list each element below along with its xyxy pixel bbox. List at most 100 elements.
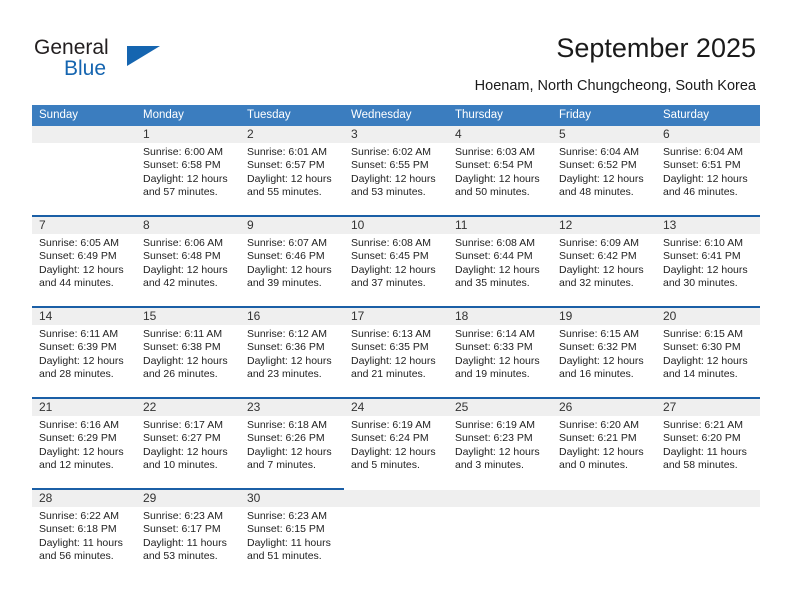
sunset-text: Sunset: 6:57 PM (247, 159, 325, 172)
calendar-cell-day[interactable]: 10 Sunrise: 6:08 AM Sunset: 6:45 PM Dayligh… (344, 215, 448, 306)
calendar-day-number: 29 (136, 490, 240, 507)
calendar-day-number: 21 (32, 399, 136, 416)
general-blue-logo[interactable]: General Blue (34, 36, 214, 84)
sunset-text: Sunset: 6:36 PM (247, 341, 325, 354)
calendar-cell-details: Sunrise: 6:07 AM Sunset: 6:46 PM Daylight:… (240, 234, 344, 291)
calendar-cell-details: Sunrise: 6:14 AM Sunset: 6:33 PM Daylight:… (448, 325, 552, 382)
calendar-day-number: 14 (32, 308, 136, 325)
calendar-cell-day[interactable]: 19 Sunrise: 6:15 AM Sunset: 6:32 PM Dayligh… (552, 306, 656, 397)
calendar-day-number: 15 (136, 308, 240, 325)
calendar-cell-day[interactable]: 28 Sunrise: 6:22 AM Sunset: 6:18 PM Dayligh… (32, 488, 136, 579)
calendar-cell-details: Sunrise: 6:00 AM Sunset: 6:58 PM Daylight:… (136, 143, 240, 200)
calendar-cell-day[interactable]: 3 Sunrise: 6:02 AM Sunset: 6:55 PM Daylight… (344, 126, 448, 215)
calendar-cell-day[interactable]: 1 Sunrise: 6:00 AM Sunset: 6:58 PM Daylight… (136, 126, 240, 215)
sunset-text: Sunset: 6:38 PM (143, 341, 221, 354)
calendar-cell-inner: 18 Sunrise: 6:14 AM Sunset: 6:33 PM Dayligh… (448, 306, 552, 397)
calendar-cell-inner: 20 Sunrise: 6:15 AM Sunset: 6:30 PM Dayligh… (656, 306, 760, 397)
daylight-text-line2: and 5 minutes. (351, 459, 420, 472)
sunset-text: Sunset: 6:23 PM (455, 432, 533, 445)
calendar-cell-details: Sunrise: 6:12 AM Sunset: 6:36 PM Daylight:… (240, 325, 344, 382)
calendar-cell-day[interactable]: 20 Sunrise: 6:15 AM Sunset: 6:30 PM Dayligh… (656, 306, 760, 397)
calendar-cell-inner (552, 488, 656, 579)
calendar-cell-day[interactable]: 15 Sunrise: 6:11 AM Sunset: 6:38 PM Dayligh… (136, 306, 240, 397)
sunrise-text: Sunrise: 6:12 AM (247, 328, 327, 340)
weekday-header-sunday: Sunday (32, 105, 136, 126)
calendar-body: 1 Sunrise: 6:00 AM Sunset: 6:58 PM Daylight… (32, 126, 760, 579)
daylight-text-line1: Daylight: 12 hours (559, 354, 644, 367)
calendar-cell-day[interactable]: 8 Sunrise: 6:06 AM Sunset: 6:48 PM Daylight… (136, 215, 240, 306)
sunrise-text: Sunrise: 6:03 AM (455, 146, 535, 158)
daylight-text-line1: Daylight: 12 hours (559, 263, 644, 276)
daylight-text-line2: and 39 minutes. (247, 277, 322, 290)
daylight-text-line1: Daylight: 12 hours (143, 445, 228, 458)
calendar-cell-details: Sunrise: 6:02 AM Sunset: 6:55 PM Daylight:… (344, 143, 448, 200)
calendar-cell-inner: 11 Sunrise: 6:08 AM Sunset: 6:44 PM Dayligh… (448, 215, 552, 306)
page-header: General Blue September 2025 Hoenam, Nort… (0, 0, 792, 100)
calendar-cell-day[interactable]: 18 Sunrise: 6:14 AM Sunset: 6:33 PM Dayligh… (448, 306, 552, 397)
calendar-cell-inner: 2 Sunrise: 6:01 AM Sunset: 6:57 PM Daylight… (240, 126, 344, 215)
calendar-cell-details: Sunrise: 6:13 AM Sunset: 6:35 PM Daylight:… (344, 325, 448, 382)
calendar-cell-day[interactable]: 16 Sunrise: 6:12 AM Sunset: 6:36 PM Dayligh… (240, 306, 344, 397)
sunrise-text: Sunrise: 6:09 AM (559, 237, 639, 249)
calendar-cell-day[interactable]: 7 Sunrise: 6:05 AM Sunset: 6:49 PM Daylight… (32, 215, 136, 306)
sunset-text: Sunset: 6:42 PM (559, 250, 637, 263)
calendar-cell-details: Sunrise: 6:21 AM Sunset: 6:20 PM Daylight:… (656, 416, 760, 473)
daylight-text-line2: and 21 minutes. (351, 368, 426, 381)
calendar-cell-empty (552, 488, 656, 579)
daylight-text-line1: Daylight: 12 hours (247, 263, 332, 276)
calendar-cell-day[interactable]: 21 Sunrise: 6:16 AM Sunset: 6:29 PM Dayligh… (32, 397, 136, 488)
sunrise-text: Sunrise: 6:18 AM (247, 419, 327, 431)
calendar-day-number: 16 (240, 308, 344, 325)
sunset-text: Sunset: 6:18 PM (39, 523, 117, 536)
calendar-cell-details: Sunrise: 6:17 AM Sunset: 6:27 PM Daylight:… (136, 416, 240, 473)
daylight-text-line1: Daylight: 12 hours (663, 172, 748, 185)
daylight-text-line1: Daylight: 12 hours (39, 263, 124, 276)
calendar-cell-day[interactable]: 2 Sunrise: 6:01 AM Sunset: 6:57 PM Daylight… (240, 126, 344, 215)
calendar-cell-day[interactable]: 5 Sunrise: 6:04 AM Sunset: 6:52 PM Daylight… (552, 126, 656, 215)
calendar-day-number (32, 126, 136, 143)
calendar-day-number: 20 (656, 308, 760, 325)
calendar-cell-day[interactable]: 26 Sunrise: 6:20 AM Sunset: 6:21 PM Dayligh… (552, 397, 656, 488)
calendar-cell-day[interactable]: 14 Sunrise: 6:11 AM Sunset: 6:39 PM Dayligh… (32, 306, 136, 397)
daylight-text-line1: Daylight: 12 hours (455, 445, 540, 458)
calendar-cell-day[interactable]: 27 Sunrise: 6:21 AM Sunset: 6:20 PM Dayligh… (656, 397, 760, 488)
calendar-cell-day[interactable]: 29 Sunrise: 6:23 AM Sunset: 6:17 PM Dayligh… (136, 488, 240, 579)
calendar-cell-day[interactable]: 13 Sunrise: 6:10 AM Sunset: 6:41 PM Dayligh… (656, 215, 760, 306)
calendar-cell-day[interactable]: 30 Sunrise: 6:23 AM Sunset: 6:15 PM Dayligh… (240, 488, 344, 579)
daylight-text-line2: and 30 minutes. (663, 277, 738, 290)
daylight-text-line1: Daylight: 11 hours (663, 445, 747, 458)
calendar-cell-inner: 16 Sunrise: 6:12 AM Sunset: 6:36 PM Dayligh… (240, 306, 344, 397)
calendar-cell-day[interactable]: 9 Sunrise: 6:07 AM Sunset: 6:46 PM Daylight… (240, 215, 344, 306)
calendar-cell-details: Sunrise: 6:10 AM Sunset: 6:41 PM Daylight:… (656, 234, 760, 291)
calendar-page: General Blue September 2025 Hoenam, Nort… (0, 0, 792, 612)
calendar-cell-details: Sunrise: 6:11 AM Sunset: 6:39 PM Daylight:… (32, 325, 136, 382)
sunset-text: Sunset: 6:15 PM (247, 523, 325, 536)
calendar-cell-details: Sunrise: 6:09 AM Sunset: 6:42 PM Daylight:… (552, 234, 656, 291)
sunrise-text: Sunrise: 6:06 AM (143, 237, 223, 249)
calendar-cell-inner: 12 Sunrise: 6:09 AM Sunset: 6:42 PM Dayligh… (552, 215, 656, 306)
calendar-day-number: 12 (552, 217, 656, 234)
calendar-cell-day[interactable]: 11 Sunrise: 6:08 AM Sunset: 6:44 PM Dayligh… (448, 215, 552, 306)
calendar-cell-day[interactable]: 17 Sunrise: 6:13 AM Sunset: 6:35 PM Dayligh… (344, 306, 448, 397)
calendar-table: Sunday Monday Tuesday Wednesday Thursday… (32, 105, 760, 579)
calendar-cell-empty (448, 488, 552, 579)
daylight-text-line2: and 10 minutes. (143, 459, 218, 472)
calendar-cell-day[interactable]: 12 Sunrise: 6:09 AM Sunset: 6:42 PM Dayligh… (552, 215, 656, 306)
sunrise-text: Sunrise: 6:02 AM (351, 146, 431, 158)
calendar-cell-day[interactable]: 23 Sunrise: 6:18 AM Sunset: 6:26 PM Dayligh… (240, 397, 344, 488)
calendar-cell-details: Sunrise: 6:06 AM Sunset: 6:48 PM Daylight:… (136, 234, 240, 291)
daylight-text-line1: Daylight: 12 hours (143, 354, 228, 367)
calendar-cell-details: Sunrise: 6:15 AM Sunset: 6:32 PM Daylight:… (552, 325, 656, 382)
sunset-text: Sunset: 6:26 PM (247, 432, 325, 445)
calendar-cell-day[interactable]: 24 Sunrise: 6:19 AM Sunset: 6:24 PM Dayligh… (344, 397, 448, 488)
sunset-text: Sunset: 6:46 PM (247, 250, 325, 263)
calendar-cell-day[interactable]: 6 Sunrise: 6:04 AM Sunset: 6:51 PM Daylight… (656, 126, 760, 215)
calendar-cell-day[interactable]: 25 Sunrise: 6:19 AM Sunset: 6:23 PM Dayligh… (448, 397, 552, 488)
calendar-day-number: 2 (240, 126, 344, 143)
sunset-text: Sunset: 6:41 PM (663, 250, 741, 263)
daylight-text-line2: and 23 minutes. (247, 368, 322, 381)
calendar-day-number: 30 (240, 490, 344, 507)
sunset-text: Sunset: 6:30 PM (663, 341, 741, 354)
calendar-cell-day[interactable]: 4 Sunrise: 6:03 AM Sunset: 6:54 PM Daylight… (448, 126, 552, 215)
calendar-cell-day[interactable]: 22 Sunrise: 6:17 AM Sunset: 6:27 PM Dayligh… (136, 397, 240, 488)
